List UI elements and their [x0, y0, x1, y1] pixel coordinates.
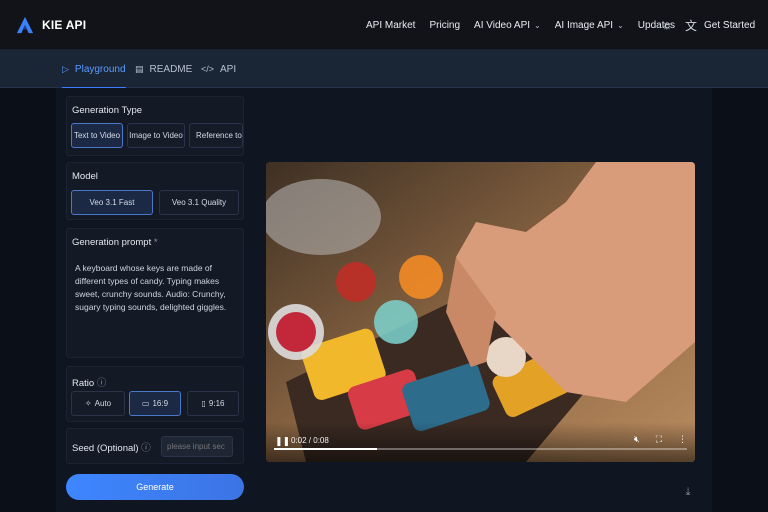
- fullscreen-icon[interactable]: ⛶: [656, 434, 662, 445]
- generation-type-card: Generation Type Text to Video Image to V…: [66, 96, 244, 156]
- tab-api[interactable]: </> API: [201, 50, 236, 88]
- more-options-icon[interactable]: ⋮: [678, 434, 687, 445]
- video-progress-track[interactable]: [274, 448, 687, 450]
- generate-button[interactable]: Generate: [66, 474, 244, 500]
- tab-label: Playground: [74, 63, 126, 75]
- option-label: Text to Video: [73, 131, 121, 140]
- brand-name: KIE API: [42, 17, 87, 32]
- download-icon[interactable]: ⤓: [680, 484, 696, 500]
- nav-item-pricing[interactable]: Pricing: [429, 20, 460, 31]
- option-ratio-16-9[interactable]: ▭ 16:9: [129, 391, 181, 416]
- option-label: Reference to Vi: [196, 131, 242, 140]
- nav-item-ai-video-api[interactable]: AI Video API ⌄: [474, 20, 541, 31]
- kie-logo-icon: [16, 16, 34, 33]
- top-navbar: KIE API API Market Pricing AI Video API …: [0, 0, 768, 50]
- prompt-card: Generation prompt * A keyboard whose key…: [66, 228, 244, 358]
- nav-item-label: API Market: [366, 19, 416, 31]
- generation-form: Generation Type Text to Video Image to V…: [56, 88, 256, 512]
- tab-bar: ▷ Playground ▤ README </> API: [0, 50, 768, 89]
- video-progress-fill: [274, 448, 378, 450]
- brand-logo[interactable]: KIE API: [16, 16, 86, 34]
- ratio-title: Ratio ⓘ: [72, 375, 106, 389]
- prompt-textarea[interactable]: A keyboard whose keys are made of differ…: [75, 262, 240, 314]
- generation-type-title: Generation Type: [72, 105, 143, 116]
- option-label: 16:9: [152, 399, 169, 408]
- nav-item-label: AI Video API: [474, 19, 531, 31]
- option-label: Veo 3.1 Quality: [171, 198, 227, 207]
- nav-item-label: Pricing: [429, 19, 461, 31]
- code-icon: </>: [201, 64, 215, 74]
- seed-card: Seed (Optional) ⓘ: [66, 428, 244, 464]
- info-icon[interactable]: ⓘ: [97, 378, 107, 389]
- tab-playground[interactable]: ▷ Playground: [62, 50, 126, 89]
- ratio-title-text: Ratio: [72, 378, 95, 389]
- sun-icon[interactable]: ☼: [660, 18, 674, 32]
- option-label: Veo 3.1 Fast: [89, 198, 135, 207]
- tab-label: API: [220, 63, 237, 75]
- prompt-title: Generation prompt *: [72, 237, 158, 248]
- play-icon: ▷: [62, 63, 69, 74]
- video-time: 0:02 / 0:08: [291, 436, 329, 445]
- option-text-to-video[interactable]: Text to Video: [71, 123, 123, 148]
- portrait-icon: ▯: [201, 399, 206, 408]
- seed-input[interactable]: [161, 436, 233, 457]
- main-nav: API Market Pricing AI Video API ⌄ AI Ima…: [366, 0, 675, 50]
- video-right-controls: 🔇︎ ⛶ ⋮: [634, 434, 687, 445]
- nav-icons: ☼ 文: [660, 0, 698, 50]
- prompt-title-text: Generation prompt: [72, 237, 152, 248]
- mute-icon[interactable]: 🔇︎: [634, 434, 640, 445]
- ratio-card: Ratio ⓘ ✧ Auto ▭ 16:9 ▯ 9:16: [66, 366, 244, 422]
- option-ratio-auto[interactable]: ✧ Auto: [71, 391, 125, 416]
- landscape-icon: ▭: [141, 399, 150, 408]
- chevron-down-icon: ⌄: [617, 20, 624, 30]
- option-label: Image to Video: [129, 131, 183, 140]
- nav-item-ai-image-api[interactable]: AI Image API ⌄: [555, 20, 624, 31]
- chevron-down-icon: ⌄: [534, 20, 541, 30]
- tab-label: README: [149, 63, 193, 75]
- option-label: 9:16: [208, 399, 225, 408]
- pause-icon[interactable]: ❚❚: [275, 436, 290, 447]
- video-frame: [266, 162, 695, 462]
- video-player[interactable]: ❚❚ 0:02 / 0:08 🔇︎ ⛶ ⋮: [266, 162, 695, 462]
- nav-item-label: AI Image API: [554, 19, 614, 31]
- required-mark: *: [153, 237, 158, 248]
- model-card: Model Veo 3.1 Fast Veo 3.1 Quality: [66, 162, 244, 220]
- magic-wand-icon: ✧: [84, 399, 92, 408]
- video-controls: ❚❚ 0:02 / 0:08 🔇︎ ⛶ ⋮: [266, 422, 695, 462]
- option-label: Auto: [94, 399, 112, 408]
- document-icon: ▤: [135, 63, 144, 74]
- playground-main: Generation Type Text to Video Image to V…: [56, 88, 712, 512]
- tab-readme[interactable]: ▤ README: [135, 50, 192, 88]
- seed-title: Seed (Optional) ⓘ: [72, 440, 151, 454]
- translate-icon[interactable]: 文: [684, 18, 698, 33]
- option-reference-to-video[interactable]: Reference to Vi: [189, 123, 243, 148]
- option-veo-fast[interactable]: Veo 3.1 Fast: [71, 190, 153, 215]
- nav-item-api-market[interactable]: API Market: [366, 20, 415, 31]
- model-title: Model: [72, 171, 98, 182]
- get-started-button[interactable]: Get Started: [704, 0, 755, 50]
- option-ratio-9-16[interactable]: ▯ 9:16: [187, 391, 239, 416]
- seed-title-text: Seed (Optional): [72, 443, 139, 454]
- option-veo-quality[interactable]: Veo 3.1 Quality: [159, 190, 239, 215]
- info-icon[interactable]: ⓘ: [141, 443, 151, 454]
- option-image-to-video[interactable]: Image to Video: [127, 123, 185, 148]
